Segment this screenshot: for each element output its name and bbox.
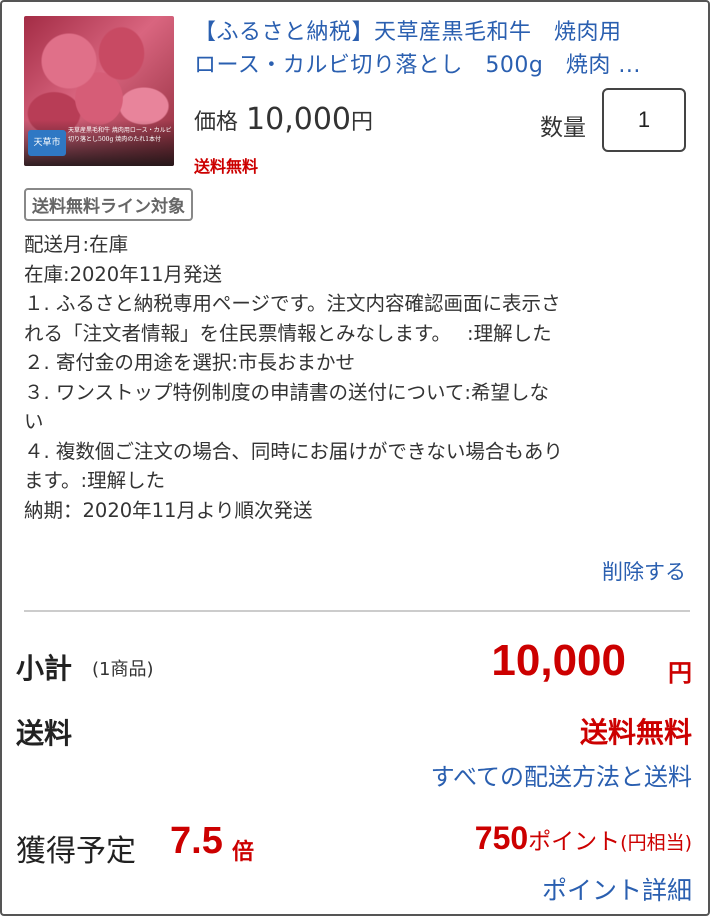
earn-rate-unit: 倍 xyxy=(232,840,255,865)
shipping-label: 送料 xyxy=(16,717,73,750)
earn-label: 獲得予定 xyxy=(16,834,136,869)
product-title-line-2[interactable]: ロース・カルビ切り落とし 500g 焼肉 ... xyxy=(194,49,694,82)
shipping-value: 送料無料 xyxy=(579,716,692,749)
image-caption: 天草産黒毛和牛 焼肉用ロース・カルビ切り落とし500g 焼肉のたれ1本付 xyxy=(68,127,172,143)
price-unit: 円 xyxy=(351,110,374,135)
price-row: 価格 10,000円 xyxy=(194,102,373,137)
option-line: 配送月:在庫 xyxy=(24,233,129,256)
option-line: ます。:理解した xyxy=(24,469,166,492)
option-line: ４. 複数個ご注文の場合、同時にお届けができない場合もあり xyxy=(24,439,563,463)
subtotal-value: 10,000 xyxy=(491,636,626,685)
option-line: ３. ワンストップ特例制度の申請書の送付について:希望しな xyxy=(24,380,549,404)
subtotal-unit: 円 xyxy=(668,659,692,687)
product-image[interactable]: 天草市 天草産黒毛和牛 焼肉用ロース・カルビ切り落とし500g 焼肉のたれ1本付 xyxy=(24,16,174,166)
option-line: い xyxy=(24,410,44,433)
product-title-link[interactable]: 【ふるさと納税】天草産黒毛和牛 焼肉用 ロース・カルビ切り落とし 500g 焼肉… xyxy=(194,16,694,82)
item-options: 配送月:在庫 在庫:2020年11月発送 １. ふるさと納税専用ページです。注文… xyxy=(24,230,696,525)
delete-link[interactable]: 削除する xyxy=(602,556,686,586)
shipping-methods-link[interactable]: すべての配送方法と送料 xyxy=(431,757,692,792)
cart-item-card: 天草市 天草産黒毛和牛 焼肉用ロース・カルビ切り落とし500g 焼肉のたれ1本付… xyxy=(0,0,710,916)
points-equiv: (円相当) xyxy=(620,832,692,854)
image-badge: 天草市 xyxy=(28,130,66,156)
quantity-input[interactable]: 1 xyxy=(602,88,686,152)
divider xyxy=(24,610,690,612)
quantity-label: 数量 xyxy=(540,115,586,141)
shipping-line-badge: 送料無料ライン対象 xyxy=(24,188,193,221)
subtotal-label: 小計 xyxy=(16,652,73,685)
product-title-line-1[interactable]: 【ふるさと納税】天草産黒毛和牛 焼肉用 xyxy=(194,16,694,49)
free-shipping-label: 送料無料 xyxy=(194,157,259,176)
option-line: れる「注文者情報」を住民票情報とみなします。 :理解した xyxy=(24,321,552,345)
points-text: ポイント xyxy=(528,829,621,855)
option-line: ２. 寄付金の用途を選択:市長おまかせ xyxy=(24,351,355,374)
points-earned: 750ポイント(円相当) xyxy=(475,820,692,857)
earn-rate: 7.5 xyxy=(170,820,223,862)
points-detail-link[interactable]: ポイント詳細 xyxy=(542,871,692,907)
option-line: 在庫:2020年11月発送 xyxy=(24,262,223,286)
price-label: 価格 xyxy=(194,110,239,135)
subtotal-count: (1商品) xyxy=(92,659,154,680)
option-line: 納期：2020年11月より順次発送 xyxy=(24,498,313,522)
points-value: 750 xyxy=(474,820,529,856)
option-line: １. ふるさと納税専用ページです。注文内容確認画面に表示さ xyxy=(24,292,561,315)
price-value: 10,000 xyxy=(246,102,351,137)
